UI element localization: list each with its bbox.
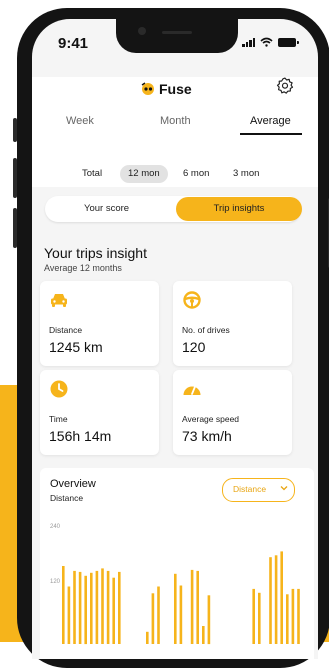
segment-your-score[interactable]: Your score bbox=[84, 203, 129, 214]
chart-bar bbox=[280, 551, 283, 644]
fuse-logo-icon bbox=[141, 82, 154, 95]
mute-switch bbox=[13, 118, 17, 142]
chart-bar bbox=[78, 571, 82, 644]
chart-bar bbox=[112, 577, 115, 644]
chart-bar bbox=[174, 573, 177, 644]
drives-label: No. of drives bbox=[182, 325, 230, 335]
chart-bar bbox=[190, 569, 194, 644]
phone-screen: 9:41 Fuse Week Month Average Total 12 mo… bbox=[32, 19, 318, 659]
chart-bar bbox=[291, 588, 295, 644]
chart-bar bbox=[84, 575, 87, 645]
wifi-icon bbox=[260, 37, 273, 47]
period-12-mon[interactable]: 12 mon bbox=[120, 165, 168, 183]
distance-label: Distance bbox=[49, 325, 83, 335]
period-6-mon[interactable]: 6 mon bbox=[175, 165, 217, 183]
chart-bar bbox=[252, 588, 255, 644]
chart-bar bbox=[297, 588, 300, 644]
segment-trip-insights[interactable]: Trip insights bbox=[176, 197, 302, 221]
time-value: 156h 14m bbox=[49, 428, 112, 444]
chart-bar bbox=[95, 570, 99, 644]
speedometer-icon bbox=[183, 384, 201, 395]
tab-average[interactable]: Average bbox=[250, 115, 291, 127]
tab-active-indicator bbox=[240, 133, 302, 135]
volume-up-button bbox=[13, 158, 17, 198]
app-logo: Fuse bbox=[140, 81, 192, 97]
chart-bar bbox=[118, 571, 121, 644]
chart-bar bbox=[274, 555, 278, 644]
y-tick-120: 120 bbox=[50, 579, 61, 585]
chart-bar bbox=[157, 586, 160, 644]
stat-card-speed: Average speed 73 km/h bbox=[173, 370, 292, 455]
notch bbox=[116, 19, 238, 53]
stat-card-drives: No. of drives 120 bbox=[173, 281, 292, 366]
chart-bar bbox=[269, 557, 272, 644]
speed-value: 73 km/h bbox=[182, 428, 232, 444]
chart-bar bbox=[90, 572, 93, 644]
settings-gear-icon[interactable] bbox=[275, 76, 295, 96]
y-tick-240: 240 bbox=[50, 524, 61, 530]
chart-bar bbox=[67, 586, 71, 644]
clock-icon bbox=[50, 380, 68, 398]
battery-icon bbox=[278, 37, 299, 47]
app-name: Fuse bbox=[159, 81, 192, 97]
chart-bar bbox=[146, 631, 149, 644]
insights-subtitle: Average 12 months bbox=[44, 263, 122, 273]
chart-bar bbox=[207, 595, 211, 645]
stat-card-distance: Distance 1245 km bbox=[40, 281, 159, 366]
tab-month[interactable]: Month bbox=[160, 115, 191, 127]
steering-wheel-icon bbox=[183, 291, 201, 309]
signal-icon bbox=[242, 37, 255, 47]
camera-icon bbox=[138, 27, 146, 35]
period-3-mon[interactable]: 3 mon bbox=[225, 165, 267, 183]
chart-bar bbox=[286, 594, 289, 644]
chart-bar bbox=[151, 593, 155, 644]
status-icons bbox=[242, 37, 299, 47]
chart-bar bbox=[196, 570, 199, 644]
chart-bar bbox=[73, 570, 76, 644]
speed-label: Average speed bbox=[182, 414, 240, 424]
distance-value: 1245 km bbox=[49, 339, 103, 355]
car-icon bbox=[51, 294, 67, 307]
time-label: Time bbox=[49, 414, 68, 424]
chart-bar bbox=[258, 592, 261, 644]
insights-title: Your trips insight bbox=[44, 245, 147, 261]
distance-bar-chart: 240 120 bbox=[50, 524, 300, 645]
drives-value: 120 bbox=[182, 339, 206, 355]
overview-subtitle: Distance bbox=[50, 493, 84, 503]
volume-down-button bbox=[13, 208, 17, 248]
chart-bar bbox=[62, 566, 65, 644]
chart-bar bbox=[202, 626, 205, 644]
overview-card: Overview Distance Distance 240 120 bbox=[40, 468, 314, 659]
chart-bar bbox=[179, 585, 183, 644]
status-time: 9:41 bbox=[58, 35, 89, 52]
metric-dropdown[interactable]: Distance bbox=[222, 478, 295, 502]
chevron-down-icon bbox=[280, 486, 288, 491]
period-total[interactable]: Total bbox=[74, 165, 110, 183]
metric-dropdown-value: Distance bbox=[233, 484, 267, 494]
chart-bar bbox=[106, 570, 110, 644]
chart-bar bbox=[101, 568, 104, 644]
speaker-grille bbox=[162, 31, 192, 34]
tab-week[interactable]: Week bbox=[66, 115, 94, 127]
stat-card-time: Time 156h 14m bbox=[40, 370, 159, 455]
overview-title: Overview bbox=[50, 478, 96, 490]
